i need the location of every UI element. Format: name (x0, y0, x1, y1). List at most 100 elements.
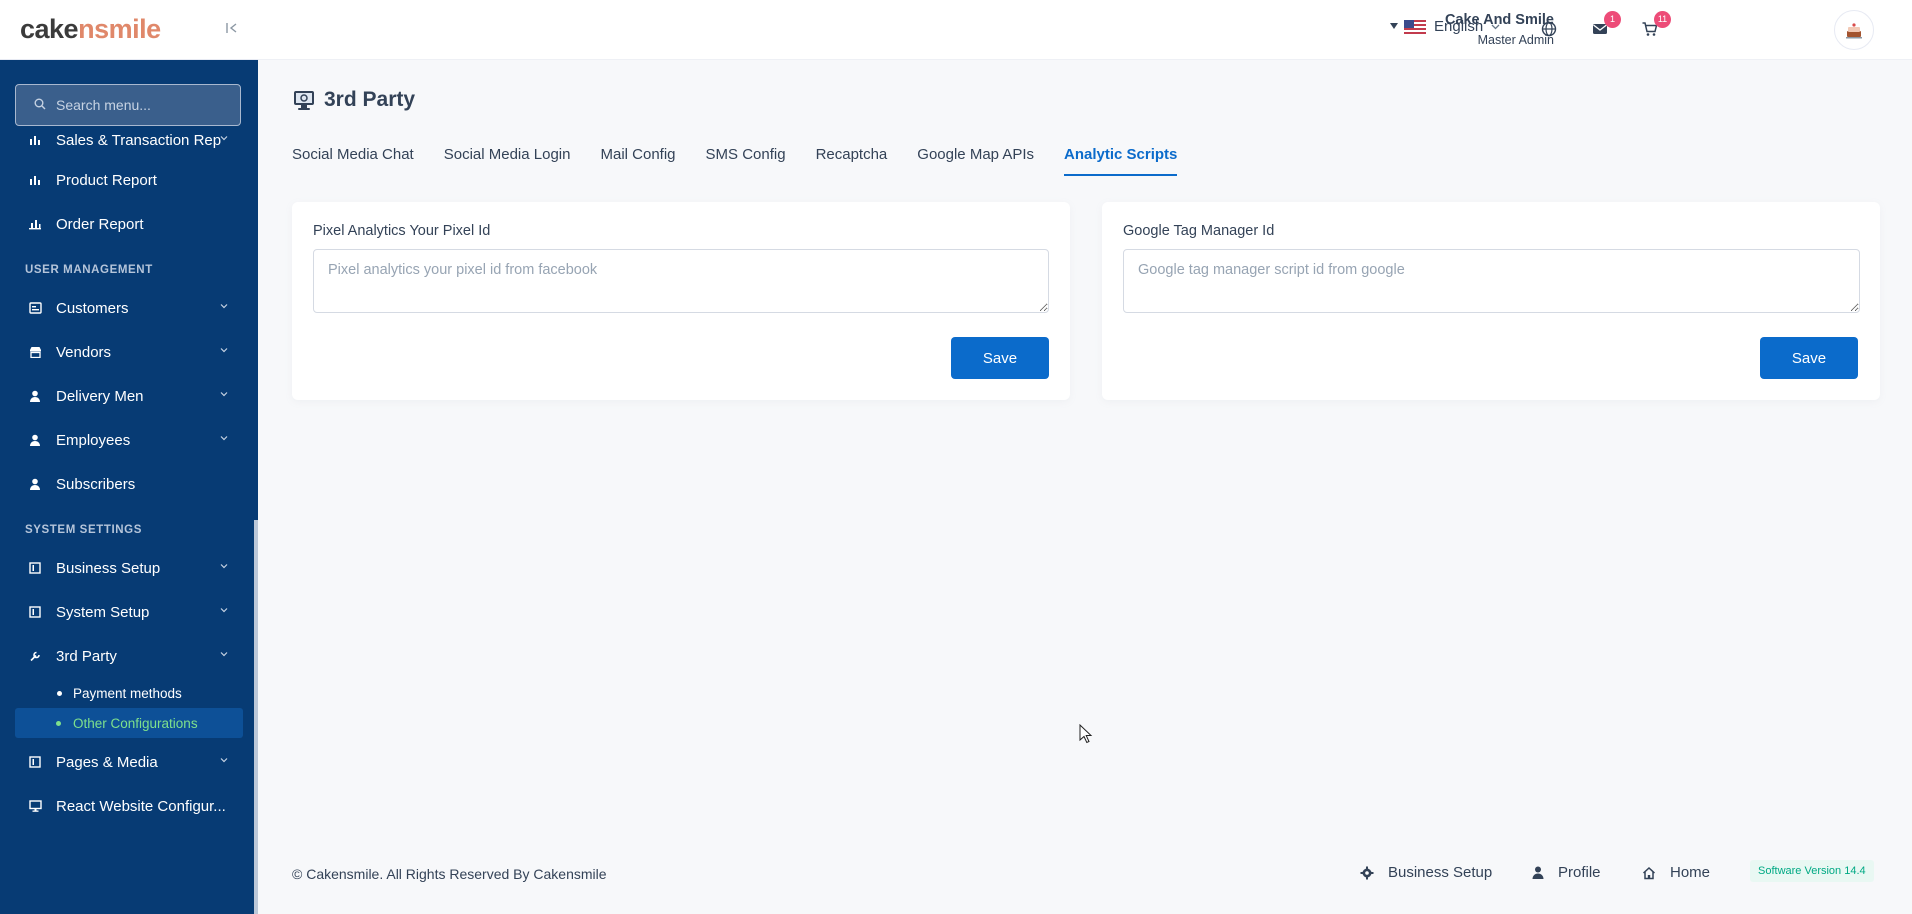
sidebar-item-sales-transaction-report[interactable]: Sales & Transaction Rep (0, 122, 258, 158)
chevron-down-icon (220, 136, 228, 141)
config-tabs: Social Media Chat Social Media Login Mai… (292, 140, 1207, 176)
gear-icon (1360, 866, 1374, 879)
top-header: English 1 11 Cake And Smile Master Admin (258, 0, 1912, 60)
sidebar-item-label: Order Report (56, 215, 144, 233)
sidebar-item-delivery-men[interactable]: Delivery Men (0, 374, 258, 418)
sidebar-item-label: Business Setup (56, 559, 161, 577)
sidebar-item-label: Vendors (56, 343, 112, 361)
sidebar-item-product-report[interactable]: Product Report (0, 158, 258, 202)
tab-analytic-scripts[interactable]: Analytic Scripts (1064, 140, 1178, 176)
user-name: Cake And Smile (1444, 12, 1554, 28)
mouse-pointer-icon (1079, 724, 1093, 744)
chevron-down-icon (220, 304, 228, 309)
messages-button[interactable]: 1 (1591, 11, 1621, 38)
sidebar-search-input[interactable] (16, 85, 240, 125)
sidebar: cakensmile Sales & Transaction Rep Produ… (0, 0, 258, 914)
sidebar-item-order-report[interactable]: Order Report (0, 202, 258, 246)
tab-recaptcha[interactable]: Recaptcha (816, 140, 888, 176)
footer-link-home[interactable]: Home (1642, 864, 1710, 881)
section-user-management: USER MANAGEMENT (25, 264, 153, 276)
chevron-down-icon (220, 348, 228, 353)
sidebar-item-label: Customers (56, 299, 129, 317)
brand-bar: cakensmile (0, 0, 258, 60)
user-role: Master Admin (1477, 33, 1554, 47)
pixel-id-label: Pixel Analytics Your Pixel Id (313, 223, 491, 239)
customers-icon (28, 301, 42, 315)
brand-logo[interactable]: cakensmile (20, 14, 161, 45)
collapse-sidebar-icon[interactable] (226, 21, 238, 38)
sidebar-item-3rd-party[interactable]: 3rd Party (0, 634, 258, 678)
chevron-down-icon (220, 436, 228, 441)
chevron-down-icon (220, 564, 228, 569)
tab-google-map-apis[interactable]: Google Map APIs (917, 140, 1034, 176)
home-icon (1642, 866, 1656, 879)
sidebar-item-label: Product Report (56, 171, 157, 189)
cart-badge: 11 (1654, 11, 1671, 28)
footer-link-profile[interactable]: Profile (1532, 864, 1601, 881)
bar-chart-icon (28, 133, 42, 147)
sidebar-item-vendors[interactable]: Vendors (0, 330, 258, 374)
pixel-analytics-card: Pixel Analytics Your Pixel Id Save (292, 202, 1070, 400)
user-icon (1532, 866, 1544, 879)
user-icon (28, 477, 42, 491)
page-icon (28, 561, 42, 575)
footer-copyright: © Cakensmile. All Rights Reserved By Cak… (292, 866, 607, 882)
chevron-down-icon (220, 758, 228, 763)
pixel-id-field[interactable] (313, 249, 1049, 313)
sidebar-item-label: Subscribers (56, 475, 136, 493)
sidebar-item-react-website-config[interactable]: React Website Configur... (0, 784, 258, 828)
wrench-icon (28, 649, 42, 663)
sidebar-item-label: Employees (56, 431, 131, 449)
bar-chart-icon (28, 173, 42, 187)
third-party-icon (294, 91, 314, 110)
tab-social-media-login[interactable]: Social Media Login (444, 140, 571, 176)
chevron-down-icon (220, 608, 228, 613)
sidebar-item-label: Delivery Men (56, 387, 144, 405)
sidebar-search (15, 84, 241, 126)
user-menu[interactable]: Cake And Smile Master Admin (1390, 10, 1554, 50)
sidebar-item-pages-media[interactable]: Pages & Media (0, 740, 258, 784)
chevron-down-icon (220, 652, 228, 657)
vendors-icon (28, 345, 42, 359)
bullet-icon (57, 691, 62, 696)
avatar[interactable] (1834, 10, 1874, 50)
sidebar-item-business-setup[interactable]: Business Setup (0, 546, 258, 590)
sidebar-subitem-payment-methods[interactable]: Payment methods (0, 678, 258, 708)
sidebar-item-label: React Website Configur... (56, 797, 226, 815)
mail-badge: 1 (1604, 11, 1621, 28)
gtm-id-field[interactable] (1123, 249, 1860, 313)
user-icon (28, 433, 42, 447)
tab-mail-config[interactable]: Mail Config (600, 140, 675, 176)
brand-logo-part2: nsmile (78, 14, 161, 44)
cake-avatar-icon (1846, 23, 1862, 39)
brand-logo-part1: cake (20, 14, 79, 44)
page-icon (28, 755, 42, 769)
bullet-icon (56, 721, 61, 726)
gtm-save-button[interactable]: Save (1760, 337, 1858, 379)
sidebar-scrollbar[interactable] (254, 520, 258, 914)
page-icon (28, 605, 42, 619)
page-title: 3rd Party (324, 88, 416, 111)
sidebar-item-label: Sales & Transaction Rep (56, 131, 222, 149)
chevron-down-icon (220, 392, 228, 397)
caret-down-icon (1390, 23, 1398, 29)
footer-link-business-setup[interactable]: Business Setup (1360, 864, 1492, 881)
sidebar-item-label: 3rd Party (56, 647, 117, 665)
bar-chart-icon (28, 217, 42, 231)
pixel-save-button[interactable]: Save (951, 337, 1049, 379)
sidebar-item-subscribers[interactable]: Subscribers (0, 462, 258, 506)
sidebar-item-customers[interactable]: Customers (0, 286, 258, 330)
tab-sms-config[interactable]: SMS Config (706, 140, 786, 176)
tab-social-media-chat[interactable]: Social Media Chat (292, 140, 414, 176)
sidebar-subitem-other-configurations[interactable]: Other Configurations (15, 708, 243, 738)
user-icon (28, 389, 42, 403)
footer-link-label: Home (1670, 864, 1711, 881)
sidebar-item-system-setup[interactable]: System Setup (0, 590, 258, 634)
cart-button[interactable]: 11 (1641, 11, 1671, 38)
sidebar-menu: Sales & Transaction Rep Product Report O… (0, 126, 258, 828)
sidebar-item-employees[interactable]: Employees (0, 418, 258, 462)
software-version-badge: Software Version 14.4 (1750, 860, 1874, 882)
sidebar-subitem-label: Payment methods (73, 685, 182, 701)
search-icon (34, 98, 46, 110)
sidebar-subitem-label: Other Configurations (73, 715, 198, 731)
